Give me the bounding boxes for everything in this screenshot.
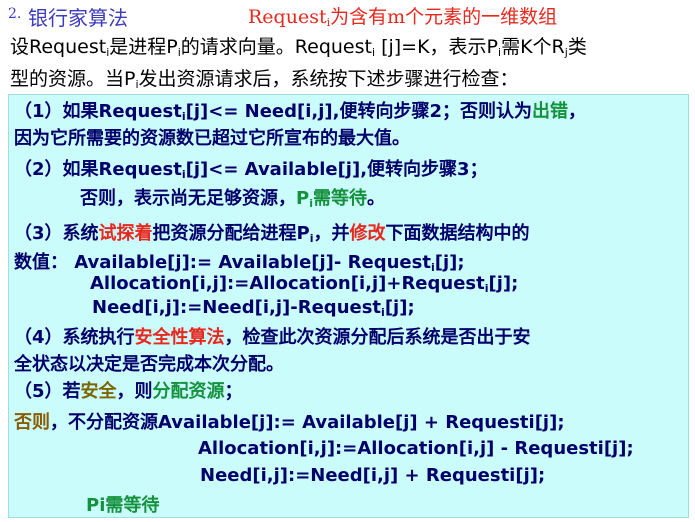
step-2-line-2: 否则，表示尚无足够资源，Pi需等待。 xyxy=(80,188,385,210)
slide-title: 银行家算法 xyxy=(28,6,128,30)
step-4-line-1: （4）系统执行安全性算法，检查此次资源分配后系统是否出于安 xyxy=(14,327,531,348)
step-6-line-3: Need[i,j]:=Need[i,j] + Requesti[j]; xyxy=(200,465,546,486)
intro-line-1: 设Requesti是进程Pi的请求向量。Requesti [j]=K，表示Pi需… xyxy=(10,36,587,59)
step-3-line-2: 数值： Available[j]:= Available[j]- Request… xyxy=(14,252,465,274)
step-3-line-4: Need[i,j]:=Need[i,j]-Requesti[j]; xyxy=(92,297,415,319)
step-3-line-1: （3）系统试探着把资源分配给进程Pi，并修改下面数据结构中的 xyxy=(14,223,530,245)
slide-subtitle: Requesti为含有m个元素的一维数组 xyxy=(248,6,558,29)
slide-number: 2. xyxy=(8,6,22,22)
step-6-line-4: Pi需等待 xyxy=(86,495,160,516)
step-6-line-1: 否则，不分配资源Available[j]:= Available[j] + Re… xyxy=(14,412,565,433)
intro-paragraph: 设Requesti是进程Pi的请求向量。Requesti [j]=K，表示Pi需… xyxy=(10,34,587,98)
step-5-line-1: （5）若安全，则分配资源； xyxy=(14,381,243,402)
step-6-line-2: Allocation[i,j]:=Allocation[i,j] - Reque… xyxy=(198,438,634,459)
step-1-line-2: 因为它所需要的资源数已超过它所宣布的最大值。 xyxy=(14,128,410,149)
step-2-line-1: （2）如果Requesti[j]<= Available[j],便转向步骤3； xyxy=(14,159,488,181)
step-4-line-2: 全状态以决定是否完成本次分配。 xyxy=(14,354,284,375)
step-3-line-3: Allocation[i,j]:=Allocation[i,j]+Request… xyxy=(90,273,519,295)
step-1-line-1: （1）如果Requesti[j]<= Need[i,j],便转向步骤2；否则认为… xyxy=(14,101,587,123)
